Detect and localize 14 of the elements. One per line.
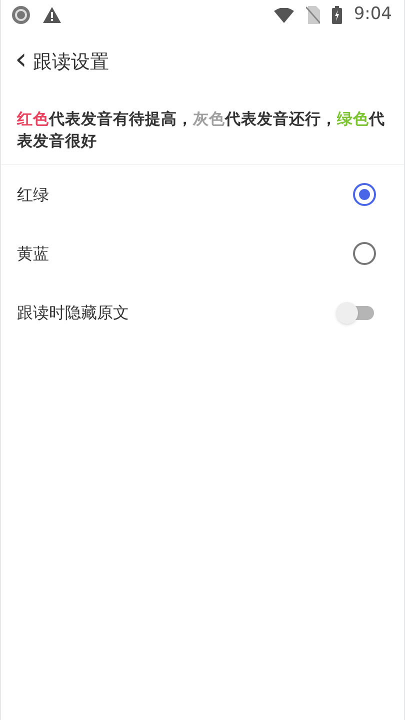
color-legend-text: 红色代表发音有待提高，灰色代表发音还行，绿色代表发音很好 bbox=[1, 108, 404, 165]
radio-button[interactable] bbox=[353, 183, 376, 206]
clock-time: 9:04 bbox=[354, 3, 392, 26]
page-title: 跟读设置 bbox=[33, 50, 109, 75]
option-label: 红绿 bbox=[17, 184, 49, 206]
warning-icon bbox=[43, 7, 61, 23]
back-button[interactable]: ‹ bbox=[15, 45, 27, 79]
option-label: 跟读时隐藏原文 bbox=[17, 302, 129, 324]
battery-icon bbox=[332, 6, 342, 24]
wifi-icon bbox=[274, 8, 294, 22]
option-label: 黄蓝 bbox=[17, 242, 49, 264]
no-sim-icon bbox=[306, 6, 320, 24]
circle-status-icon bbox=[11, 5, 31, 25]
radio-button[interactable] bbox=[353, 242, 376, 265]
